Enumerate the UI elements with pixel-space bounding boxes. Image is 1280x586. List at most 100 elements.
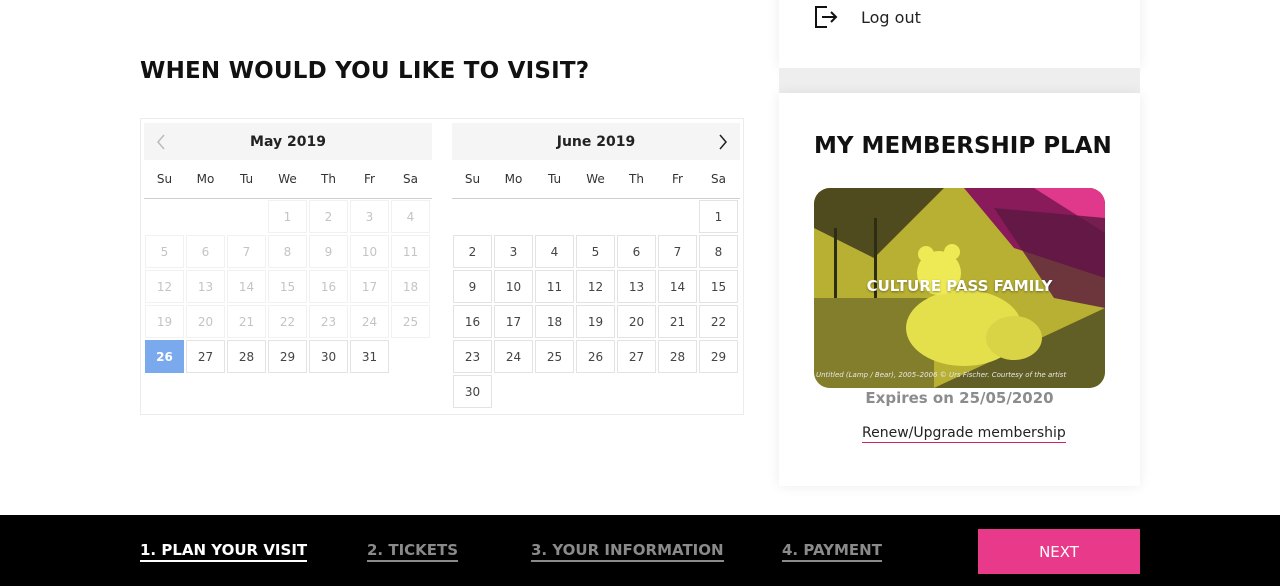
membership-plan-image: CULTURE PASS FAMILY Untitled (Lamp / Bea… bbox=[814, 188, 1105, 388]
month-header: June 2019 bbox=[452, 123, 740, 160]
weekday-label: Su bbox=[156, 172, 173, 186]
weekday-row: Su Mo Tu We Th Fr Sa bbox=[452, 160, 740, 199]
membership-heading: MY MEMBERSHIP PLAN bbox=[814, 133, 1112, 159]
weekday-label: Th bbox=[629, 172, 644, 186]
next-month-button[interactable] bbox=[708, 123, 738, 160]
day-cell[interactable]: 25 bbox=[535, 340, 574, 373]
chevron-right-icon bbox=[719, 134, 727, 149]
day-cell[interactable]: 18 bbox=[535, 305, 574, 338]
day-cell[interactable]: 31 bbox=[350, 340, 389, 373]
day-cell[interactable]: 14 bbox=[658, 270, 697, 303]
day-cell-disabled: 22 bbox=[268, 305, 307, 338]
day-empty-cell bbox=[145, 200, 184, 233]
day-cell-disabled: 20 bbox=[186, 305, 225, 338]
image-credit: Untitled (Lamp / Bear), 2005–2006 © Urs … bbox=[816, 371, 1067, 379]
day-cell[interactable]: 28 bbox=[658, 340, 697, 373]
weekday-label: We bbox=[278, 172, 297, 186]
day-cell-disabled: 17 bbox=[350, 270, 389, 303]
day-cell[interactable]: 30 bbox=[453, 375, 492, 408]
day-cell-disabled: 15 bbox=[268, 270, 307, 303]
month-header: May 2019 bbox=[144, 123, 432, 160]
day-cell-disabled: 21 bbox=[227, 305, 266, 338]
day-cell-disabled: 7 bbox=[227, 235, 266, 268]
day-cell[interactable]: 24 bbox=[494, 340, 533, 373]
month-label: May 2019 bbox=[250, 133, 326, 150]
logout-icon bbox=[815, 6, 838, 28]
day-cell[interactable]: 3 bbox=[494, 235, 533, 268]
day-cell[interactable]: 13 bbox=[617, 270, 656, 303]
step-your-information[interactable]: 3. YOUR INFORMATION bbox=[531, 541, 724, 562]
day-grid: 1 2 3 4 5 6 7 8 9 10 11 12 13 14 15 16 17 18 19 20 21 22 23 24 2… bbox=[452, 199, 740, 409]
weekday-label: Fr bbox=[672, 172, 683, 186]
day-cell-disabled: 9 bbox=[309, 235, 348, 268]
page-title: WHEN WOULD YOU LIKE TO VISIT? bbox=[140, 58, 590, 84]
day-cell[interactable]: 27 bbox=[617, 340, 656, 373]
weekday-label: Sa bbox=[711, 172, 726, 186]
calendar-month-may: May 2019 Su Mo Tu We Th Fr Sa 1 2 3 4 5 6 7 8 9 10 11 12 1… bbox=[144, 123, 432, 374]
day-cell[interactable]: 10 bbox=[494, 270, 533, 303]
day-cell[interactable]: 30 bbox=[309, 340, 348, 373]
weekday-row: Su Mo Tu We Th Fr Sa bbox=[144, 160, 432, 199]
day-cell[interactable]: 23 bbox=[453, 340, 492, 373]
day-cell-disabled: 1 bbox=[268, 200, 307, 233]
prev-month-button[interactable] bbox=[146, 123, 176, 160]
weekday-label: Tu bbox=[239, 172, 254, 186]
step-tickets[interactable]: 2. TICKETS bbox=[367, 541, 459, 562]
day-cell[interactable]: 22 bbox=[699, 305, 738, 338]
membership-plan-name: CULTURE PASS FAMILY bbox=[866, 277, 1053, 295]
day-cell-disabled: 12 bbox=[145, 270, 184, 303]
day-cell[interactable]: 21 bbox=[658, 305, 697, 338]
day-cell[interactable]: 4 bbox=[535, 235, 574, 268]
day-cell[interactable]: 29 bbox=[699, 340, 738, 373]
day-cell-disabled: 5 bbox=[145, 235, 184, 268]
panel-divider bbox=[779, 68, 1140, 93]
date-picker: May 2019 Su Mo Tu We Th Fr Sa 1 2 3 4 5 6 7 8 9 10 11 12 1… bbox=[140, 118, 744, 415]
step-payment[interactable]: 4. PAYMENT bbox=[782, 541, 882, 562]
day-cell-disabled: 24 bbox=[350, 305, 389, 338]
weekday-label: Fr bbox=[364, 172, 375, 186]
day-cell[interactable]: 2 bbox=[453, 235, 492, 268]
calendar-month-june: June 2019 Su Mo Tu We Th Fr Sa 1 2 3 4 5 6 7 8 9 10 11 12… bbox=[452, 123, 740, 409]
day-cell[interactable]: 6 bbox=[617, 235, 656, 268]
day-cell[interactable]: 9 bbox=[453, 270, 492, 303]
day-cell-disabled: 10 bbox=[350, 235, 389, 268]
weekday-label: Th bbox=[321, 172, 336, 186]
day-cell[interactable]: 28 bbox=[227, 340, 266, 373]
day-cell[interactable]: 17 bbox=[494, 305, 533, 338]
day-cell[interactable]: 20 bbox=[617, 305, 656, 338]
day-cell-disabled: 6 bbox=[186, 235, 225, 268]
day-cell[interactable]: 27 bbox=[186, 340, 225, 373]
day-cell-disabled: 18 bbox=[391, 270, 430, 303]
day-cell[interactable]: 7 bbox=[658, 235, 697, 268]
day-empty-cell bbox=[453, 200, 492, 233]
day-empty-cell bbox=[617, 200, 656, 233]
weekday-label: We bbox=[586, 172, 605, 186]
day-cell-disabled: 14 bbox=[227, 270, 266, 303]
checkout-steps-bar: 1. PLAN YOUR VISIT 2. TICKETS 3. YOUR IN… bbox=[0, 515, 1280, 586]
day-cell-disabled: 13 bbox=[186, 270, 225, 303]
day-cell-disabled: 8 bbox=[268, 235, 307, 268]
next-button[interactable]: NEXT bbox=[978, 529, 1140, 574]
step-plan-visit[interactable]: 1. PLAN YOUR VISIT bbox=[140, 541, 308, 562]
logout-button[interactable]: Log out bbox=[813, 4, 921, 30]
day-cell[interactable]: 29 bbox=[268, 340, 307, 373]
weekday-label: Tu bbox=[547, 172, 562, 186]
weekday-label: Mo bbox=[196, 172, 215, 186]
day-cell[interactable]: 16 bbox=[453, 305, 492, 338]
day-cell[interactable]: 15 bbox=[699, 270, 738, 303]
day-cell[interactable]: 11 bbox=[535, 270, 574, 303]
day-cell[interactable]: 26 bbox=[576, 340, 615, 373]
day-cell-disabled: 4 bbox=[391, 200, 430, 233]
day-cell-disabled: 25 bbox=[391, 305, 430, 338]
renew-membership-link[interactable]: Renew/Upgrade membership bbox=[862, 425, 1066, 443]
day-cell-disabled: 23 bbox=[309, 305, 348, 338]
day-cell[interactable]: 12 bbox=[576, 270, 615, 303]
day-cell[interactable]: 19 bbox=[576, 305, 615, 338]
day-cell[interactable]: 1 bbox=[699, 200, 738, 233]
logout-label: Log out bbox=[861, 7, 921, 27]
day-cell-selected[interactable]: 26 bbox=[145, 340, 184, 373]
day-cell-disabled: 16 bbox=[309, 270, 348, 303]
day-empty-cell bbox=[576, 200, 615, 233]
day-cell[interactable]: 8 bbox=[699, 235, 738, 268]
day-cell[interactable]: 5 bbox=[576, 235, 615, 268]
